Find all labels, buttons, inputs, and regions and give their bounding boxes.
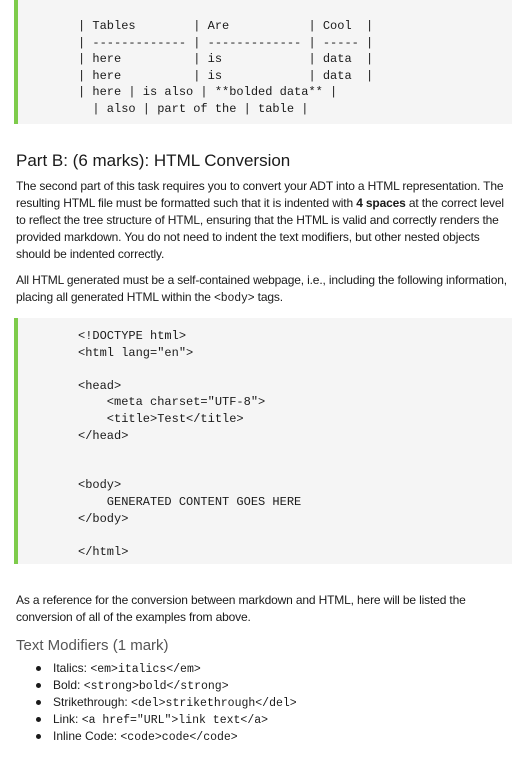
- item-label: Italics:: [53, 661, 91, 675]
- inline-code: <code>code</code>: [120, 731, 238, 744]
- bullet-icon: [36, 683, 41, 688]
- list-item: Strikethrough: <del>strikethrough</del>: [16, 694, 297, 711]
- bullet-icon: [36, 734, 41, 739]
- section-heading: Part B: (6 marks): HTML Conversion: [16, 151, 291, 170]
- reference-paragraph: As a reference for the conversion betwee…: [16, 593, 466, 624]
- item-label: Inline Code:: [53, 729, 121, 743]
- subsection-heading: Text Modifiers (1 mark): [16, 637, 169, 654]
- paragraph: All HTML generated must be a self-contai…: [16, 272, 512, 307]
- paragraph-text: tags.: [254, 290, 283, 304]
- inline-code: <em>italics</em>: [90, 663, 201, 676]
- item-label: Link:: [53, 712, 82, 726]
- item-label: Bold:: [53, 678, 84, 692]
- inline-code: <del>strikethrough</del>: [131, 697, 297, 710]
- markdown-table-code-block: | Tables | Are | Cool | | ------------- …: [14, 0, 512, 124]
- code-line: <title>Test</title>: [78, 411, 244, 426]
- list-item: Link: <a href="URL">link text</a>: [16, 711, 297, 728]
- code-line: </body>: [78, 511, 129, 526]
- code-line: </head>: [78, 428, 129, 443]
- code-line: </html>: [78, 544, 129, 559]
- code-line: | here | is | data |: [78, 68, 374, 83]
- html-template-code-block: <!DOCTYPE html> <html lang="en"> <head> …: [14, 318, 512, 564]
- bullet-icon: [36, 700, 41, 705]
- inline-code: <strong>bold</strong>: [83, 680, 229, 693]
- code-line: [78, 444, 512, 461]
- code-line: | here | is also | **bolded data** |: [78, 85, 338, 100]
- inline-code: <body>: [213, 292, 255, 305]
- code-line: | Tables | Are | Cool |: [78, 19, 374, 33]
- paragraph: The second part of this task requires yo…: [16, 178, 512, 263]
- text-modifiers-list: Italics: <em>italics</em> Bold: <strong>…: [16, 660, 297, 745]
- list-item: Inline Code: <code>code</code>: [16, 728, 297, 745]
- code-line: | here | is | data |: [78, 52, 374, 67]
- list-item: Bold: <strong>bold</strong>: [16, 677, 297, 694]
- code-line: <html lang="en">: [78, 345, 194, 360]
- bold-text: 4 spaces: [356, 196, 406, 210]
- code-line: GENERATED CONTENT GOES HERE: [78, 494, 302, 509]
- list-item: Italics: <em>italics</em>: [16, 660, 297, 677]
- code-line: [78, 461, 512, 478]
- code-line: [78, 527, 512, 544]
- code-line: <body>: [78, 478, 122, 493]
- inline-code: <a href="URL">link text</a>: [81, 714, 269, 727]
- code-line: | also | part of the | table |: [78, 101, 309, 116]
- bullet-icon: [36, 717, 41, 722]
- code-line: <meta charset="UTF-8">: [78, 395, 266, 410]
- item-label: Strikethrough:: [53, 695, 132, 709]
- code-line: | ------------- | ------------- | ----- …: [78, 35, 374, 50]
- bullet-icon: [36, 666, 41, 671]
- code-line: <!DOCTYPE html>: [78, 329, 187, 343]
- code-line: <head>: [78, 378, 122, 393]
- code-line: [78, 361, 512, 378]
